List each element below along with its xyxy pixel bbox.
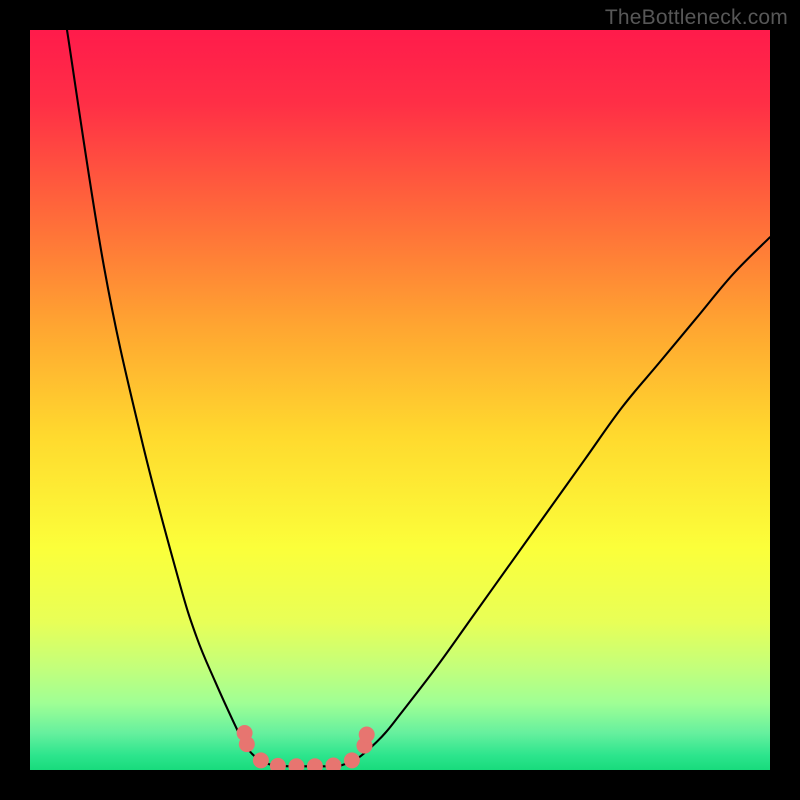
chart-frame: TheBottleneck.com [0,0,800,800]
data-marker [359,726,375,742]
data-marker [253,752,269,768]
data-marker [344,752,360,768]
data-marker [239,736,255,752]
gradient-background [30,30,770,770]
chart-svg [30,30,770,770]
plot-area [30,30,770,770]
watermark-text: TheBottleneck.com [605,6,788,30]
